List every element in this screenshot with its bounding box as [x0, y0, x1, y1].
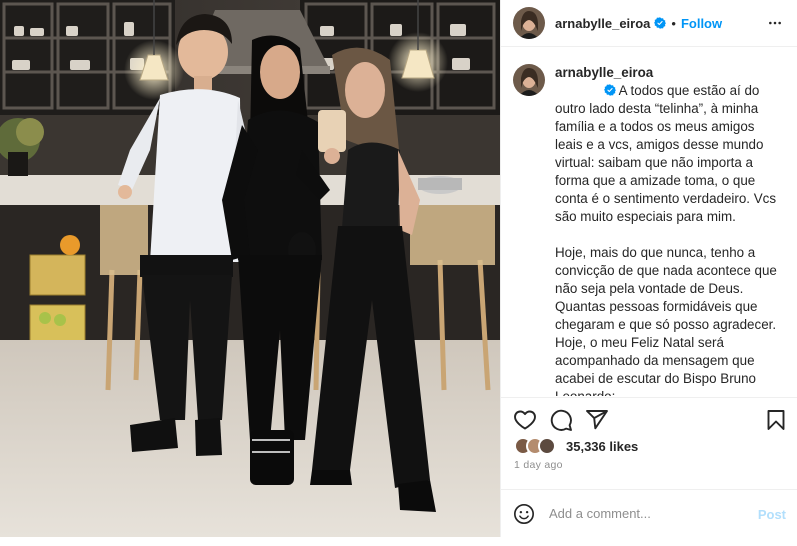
likes-count[interactable]: 35,336 likes [566, 439, 638, 454]
caption-body-1: A todos que estão aí do outro lado desta… [555, 83, 780, 224]
caption-gap [555, 226, 784, 244]
post-comment-button[interactable]: Post [758, 507, 786, 522]
emoji-icon[interactable] [513, 503, 535, 525]
caption-area: arnabylle_eiroa A todos que estão aí do … [501, 48, 797, 396]
heart-icon[interactable] [513, 408, 537, 432]
post-timestamp[interactable]: 1 day ago [514, 459, 563, 471]
caption-paragraph-2: Hoje, mais do que nunca, tenho a convicç… [555, 245, 777, 396]
instagram-post: arnabylle_eiroa • Follow arnabylle_eiroa… [0, 0, 797, 537]
header-separator: • [671, 15, 676, 31]
verified-badge-icon [603, 84, 616, 96]
header-username[interactable]: arnabylle_eiroa [555, 16, 650, 31]
more-icon[interactable] [766, 16, 784, 30]
follow-button[interactable]: Follow [681, 16, 722, 31]
post-side-panel: arnabylle_eiroa • Follow arnabylle_eiroa… [500, 0, 797, 537]
comment-icon[interactable] [549, 408, 573, 432]
avatar[interactable] [513, 7, 545, 39]
likes-row[interactable]: 35,336 likes [514, 436, 638, 456]
caption-paragraph-1: arnabylle_eiroa A todos que estão aí do … [555, 64, 784, 226]
caption-avatar[interactable] [513, 64, 545, 96]
share-icon[interactable] [585, 408, 609, 432]
caption-username[interactable]: arnabylle_eiroa [555, 65, 653, 80]
post-photo[interactable] [0, 0, 500, 537]
post-header: arnabylle_eiroa • Follow [501, 0, 797, 47]
verified-badge-icon [654, 17, 667, 29]
caption-text: arnabylle_eiroa A todos que estão aí do … [555, 64, 784, 396]
avatar [538, 437, 556, 455]
action-bar [501, 397, 797, 437]
comment-input[interactable] [549, 506, 749, 521]
caption-row: arnabylle_eiroa A todos que estão aí do … [513, 64, 784, 396]
bookmark-icon[interactable] [764, 408, 788, 432]
comment-box: Post [501, 489, 797, 537]
liked-by-avatars [514, 437, 560, 455]
